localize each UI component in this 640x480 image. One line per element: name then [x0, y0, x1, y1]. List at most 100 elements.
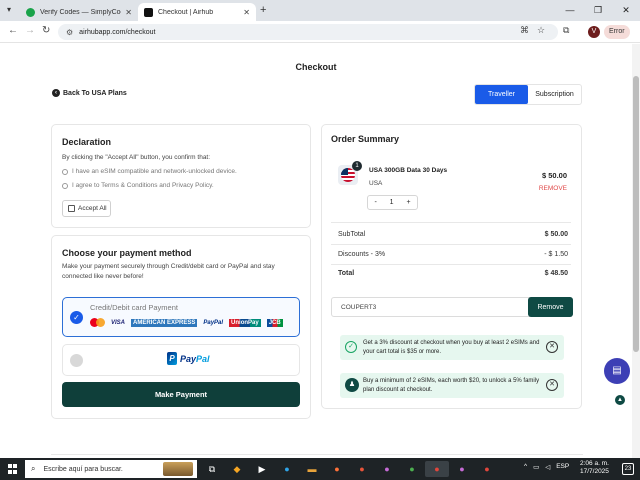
close-window-icon[interactable]: ✕ — [612, 0, 640, 21]
url-text: airhubapp.com/checkout — [79, 28, 156, 36]
page-title: Checkout — [295, 62, 337, 72]
divider — [331, 222, 571, 223]
close-promo-icon[interactable]: ✕ — [546, 379, 558, 391]
declaration-card: Declaration By clicking the "Accept All"… — [51, 124, 311, 228]
back-to-plans-link[interactable]: ‹ Back To USA Plans — [52, 89, 127, 97]
card-payment-label: Credit/Debit card Payment — [90, 303, 178, 312]
promo-text: Get a 3% discount at checkout when you b… — [363, 340, 540, 355]
taskbar-clock[interactable]: 2:06 a. m. 17/7/2025 — [580, 460, 609, 476]
make-payment-button[interactable]: Make Payment — [62, 382, 300, 407]
coupon-field[interactable]: COUPERT3 Remove — [331, 297, 573, 317]
back-arrow-icon[interactable]: ← — [8, 25, 18, 36]
discount-value: - $ 1.50 — [544, 251, 568, 258]
radio-circle-icon — [62, 182, 68, 189]
firefox-alt-icon[interactable]: ● — [350, 461, 374, 477]
chat-support-button[interactable]: ▤ — [604, 358, 630, 384]
media-player-icon[interactable]: ▶ — [250, 461, 274, 477]
url-field[interactable]: ⚙ airhubapp.com/checkout — [58, 24, 558, 40]
notifications-badge[interactable]: 23 — [622, 463, 634, 475]
extensions-icon[interactable]: ⧉ — [563, 25, 569, 36]
minimize-icon[interactable]: — — [556, 0, 584, 21]
declaration-item-device[interactable]: I have an eSIM compatible and network-un… — [62, 168, 237, 175]
scroll-to-top-button[interactable]: ▲ — [615, 395, 625, 405]
address-bar: ← → ↻ ⚙ airhubapp.com/checkout ⌘ ☆ ⧉ V E… — [0, 21, 640, 43]
chat-icon: ▤ — [612, 365, 622, 376]
declaration-heading: Declaration — [62, 137, 112, 147]
paypal-payment-option[interactable]: P Pay Pal — [62, 344, 300, 376]
app-icon[interactable]: ◆ — [225, 461, 249, 477]
airhub-favicon-icon — [144, 7, 153, 17]
order-summary-heading: Order Summary — [331, 134, 400, 144]
card-logos: VISA AMERICAN EXPRESS PayPal UnionPay JC… — [90, 318, 289, 327]
card-payment-option[interactable]: ✓ Credit/Debit card Payment VISA AMERICA… — [62, 297, 300, 337]
firefox-icon[interactable]: ● — [325, 461, 349, 477]
network-icon[interactable]: ▭ — [533, 463, 539, 471]
language-indicator[interactable]: ESP — [556, 463, 569, 471]
mastercard-icon — [90, 318, 105, 327]
close-tab-icon[interactable]: ✕ — [125, 8, 132, 17]
plan-type-toggle: Traveller Subscription — [474, 84, 582, 105]
edge-icon[interactable]: ● — [275, 461, 299, 477]
tab-airhub-checkout[interactable]: Checkout | Airhub ✕ — [138, 3, 256, 21]
page-scrollbar[interactable] — [632, 44, 640, 458]
accept-all-button[interactable]: Accept All — [62, 200, 111, 217]
declaration-item-terms[interactable]: I agree to Terms & Conditions and Privac… — [62, 182, 237, 189]
declaration-item-label: I agree to Terms & Conditions and Privac… — [72, 182, 214, 189]
chrome-profile2-icon[interactable]: ● — [450, 461, 474, 477]
system-tray: ^ ▭ ◁ ESP — [524, 463, 575, 471]
increase-quantity-button[interactable]: + — [406, 199, 410, 206]
back-link-label: Back To USA Plans — [63, 89, 127, 97]
promo-text: Buy a minimum of 2 eSIMs, each worth $20… — [363, 378, 540, 393]
quantity-stepper: - 1 + — [367, 195, 418, 210]
back-arrow-icon: ‹ — [52, 89, 60, 97]
new-tab-icon[interactable]: + — [260, 4, 266, 16]
tab-search-icon[interactable]: ▾ — [7, 5, 11, 14]
folder-icon[interactable]: ▬ — [300, 461, 324, 477]
payment-description: Make your payment securely through Credi… — [62, 263, 275, 280]
toggle-traveller[interactable]: Traveller — [475, 85, 528, 104]
task-view-icon[interactable]: ⧉ — [200, 461, 224, 477]
paypal-text-pal: Pal — [196, 353, 210, 364]
toggle-subscription[interactable]: Subscription — [528, 85, 581, 104]
translate-icon[interactable]: ⌘ — [520, 25, 529, 36]
search-icon: ⌕ — [31, 464, 36, 473]
tab-simplycodes[interactable]: Verify Codes — SimplyCodes ✕ — [20, 3, 138, 21]
paypal-p-icon: P — [167, 352, 177, 365]
payment-method-card: Choose your payment method Make your pay… — [51, 235, 311, 419]
windows-start-icon[interactable] — [8, 464, 18, 474]
close-promo-icon[interactable]: ✕ — [546, 341, 558, 353]
remove-coupon-button[interactable]: Remove — [528, 297, 573, 317]
chrome-profile3-icon[interactable]: ● — [475, 461, 499, 477]
error-button[interactable]: Error — [604, 25, 630, 39]
subtotal-label: SubTotal — [338, 231, 366, 238]
scrollbar-thumb[interactable] — [633, 76, 639, 352]
chrome-icon[interactable]: ● — [400, 461, 424, 477]
chrome-active-icon[interactable]: ● — [425, 461, 449, 477]
profile-avatar[interactable]: V — [588, 26, 600, 38]
total-row: Total $ 48.50 — [338, 270, 568, 277]
maximize-icon[interactable]: ❐ — [584, 0, 612, 21]
amex-icon: AMERICAN EXPRESS — [131, 318, 198, 327]
close-tab-icon[interactable]: ✕ — [243, 8, 250, 17]
plan-price: $ 50.00 — [541, 171, 567, 180]
windows-taskbar: ⌕ Escribe aquí para buscar. ⧉ ◆ ▶ ● ▬ ● … — [0, 458, 640, 480]
reload-icon[interactable]: ↻ — [42, 25, 50, 36]
check-circle-icon: ✓ — [345, 341, 357, 353]
volume-icon[interactable]: ◁ — [545, 463, 550, 471]
taskbar-search-input[interactable]: ⌕ Escribe aquí para buscar. — [25, 460, 197, 478]
decrease-quantity-button[interactable]: - — [374, 199, 376, 206]
forward-arrow-icon[interactable]: → — [25, 25, 35, 36]
unselected-circle-icon — [70, 354, 83, 367]
chrome-profile-icon[interactable]: ● — [375, 461, 399, 477]
quantity-value: 1 — [389, 199, 394, 206]
promo-banner-discount: ✓ Get a 3% discount at checkout when you… — [340, 335, 564, 360]
item-count-badge: 1 — [352, 161, 362, 171]
accept-all-label: Accept All — [78, 205, 107, 212]
remove-item-link[interactable]: REMOVE — [539, 185, 567, 192]
discount-label: Discounts - 3% — [338, 251, 386, 258]
jcb-icon: JCB — [266, 318, 283, 327]
bookmark-star-icon[interactable]: ☆ — [537, 25, 545, 36]
declaration-item-label: I have an eSIM compatible and network-un… — [72, 168, 237, 175]
site-info-icon[interactable]: ⚙ — [66, 28, 73, 37]
tray-chevron-icon[interactable]: ^ — [524, 463, 527, 471]
